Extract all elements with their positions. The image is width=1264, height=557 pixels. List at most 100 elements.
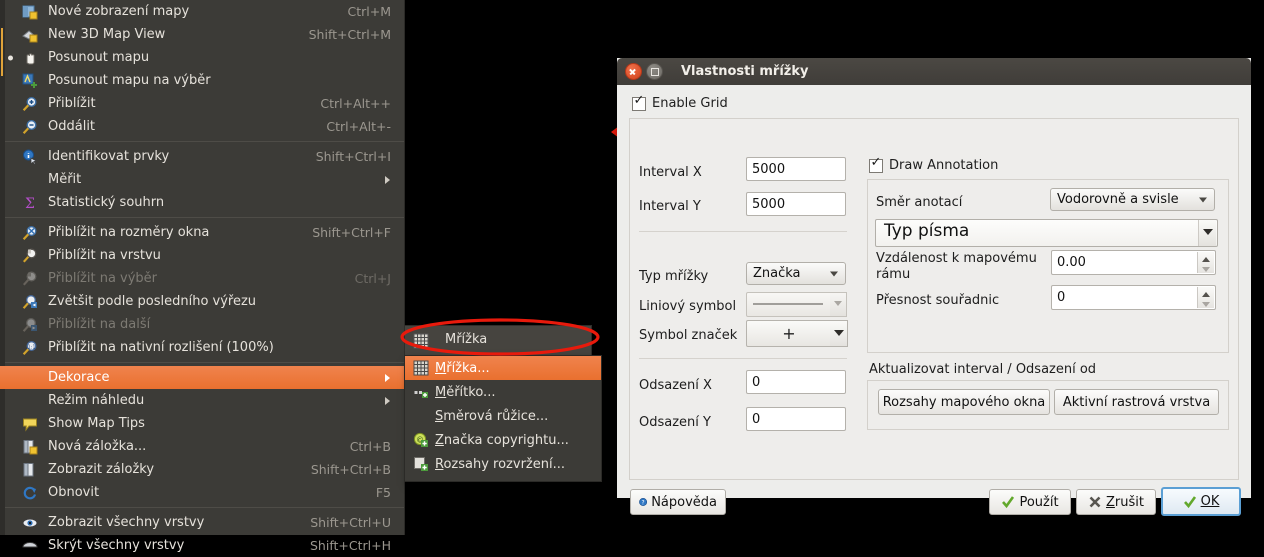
marker-symbol-label: Symbol značek bbox=[639, 328, 738, 343]
offset-y-input[interactable]: 0 bbox=[746, 407, 846, 431]
dialog-titlebar[interactable]: Vlastnosti mřížky bbox=[617, 58, 1251, 85]
menu-item-shortcut: Shift+Ctrl+H bbox=[310, 538, 391, 553]
spin-down-icon bbox=[1198, 263, 1214, 274]
line-symbol-label: Liniový symbol bbox=[639, 299, 737, 314]
font-type-dropdown[interactable] bbox=[1198, 220, 1216, 246]
frame-distance-label: Vzdálenost k mapovému rámu bbox=[876, 251, 1037, 282]
checked-bullet bbox=[8, 55, 13, 60]
grid-preview-row[interactable]: Mřížka bbox=[404, 325, 592, 356]
menu-item-label: Statistický souhrn bbox=[48, 195, 165, 210]
offset-y-label: Odsazení Y bbox=[639, 415, 711, 430]
menu-item-label: Posunout mapu bbox=[48, 50, 150, 65]
hide-all-layers-icon bbox=[22, 538, 38, 554]
menu-item-label: Přiblížit na výběr bbox=[48, 271, 158, 286]
active-raster-layer-button[interactable]: Aktivní rastrová vrstva bbox=[1054, 389, 1219, 415]
chevron-right-icon bbox=[385, 396, 390, 405]
grid-type-combo[interactable]: Značka bbox=[746, 262, 846, 285]
zoom-to-selection-icon bbox=[22, 271, 38, 287]
marker-symbol-value: + bbox=[782, 324, 796, 343]
menu-item-label: Show Map Tips bbox=[48, 416, 145, 431]
chevron-right-icon bbox=[385, 175, 390, 184]
map-extents-button[interactable]: Rozsahy mapového okna bbox=[878, 389, 1050, 415]
interval-x-input[interactable]: 5000 bbox=[746, 157, 846, 181]
menu-item-23[interactable]: Obnovit F5 bbox=[0, 481, 404, 504]
spin-down-icon bbox=[1198, 298, 1214, 309]
maximize-icon[interactable] bbox=[646, 63, 663, 80]
menu-item-9[interactable]: Σ Statistický souhrn bbox=[0, 191, 404, 214]
zoom-full-icon bbox=[22, 225, 38, 241]
cancel-button[interactable]: Zrušit bbox=[1076, 489, 1156, 515]
menu-item-label: Přiblížit na další bbox=[48, 317, 151, 332]
apply-button[interactable]: Použít bbox=[989, 489, 1071, 515]
submenu-item-2[interactable]: Směrová růžice... bbox=[405, 404, 601, 428]
zoom-next-icon bbox=[22, 317, 38, 333]
menu-item-shortcut: Shift+Ctrl+F bbox=[312, 225, 391, 240]
menu-item-0[interactable]: Nové zobrazení mapy Ctrl+M bbox=[0, 0, 404, 23]
chevron-down-icon bbox=[1203, 229, 1213, 235]
close-icon[interactable] bbox=[625, 63, 642, 80]
submenu-item-0[interactable]: Mřížka... bbox=[405, 356, 601, 380]
menu-item-shortcut: F5 bbox=[375, 485, 391, 500]
submenu-item-label: Značka copyrightu... bbox=[435, 432, 569, 448]
grid-properties-dialog: Vlastnosti mřížky Enable Grid Interval X… bbox=[617, 58, 1251, 516]
ok-button[interactable]: OK bbox=[1161, 487, 1241, 516]
menu-item-11[interactable]: Přiblížit na rozměry okna Shift+Ctrl+F bbox=[0, 221, 404, 244]
menu-item-22[interactable]: Zobrazit záložky Shift+Ctrl+B bbox=[0, 458, 404, 481]
svg-text:1:1: 1:1 bbox=[27, 344, 35, 350]
submenu-item-4[interactable]: Rozsahy rozvržení... bbox=[405, 452, 601, 476]
submenu-item-3[interactable]: © Značka copyrightu... bbox=[405, 428, 601, 452]
submenu-item-1[interactable]: Měřítko... bbox=[405, 380, 601, 404]
menu-item-16[interactable]: 1:1 Přiblížit na nativní rozlišení (100%) bbox=[0, 336, 404, 359]
line-symbol-preview-button[interactable] bbox=[746, 292, 832, 317]
offset-x-input[interactable]: 0 bbox=[746, 370, 846, 394]
menu-item-shortcut: Shift+Ctrl+U bbox=[310, 515, 391, 530]
menu-item-12[interactable]: Přiblížit na vrstvu bbox=[0, 244, 404, 267]
font-type-combo[interactable]: Typ písma bbox=[875, 219, 1218, 247]
interval-y-input[interactable]: 5000 bbox=[746, 192, 846, 216]
refresh-icon bbox=[22, 485, 38, 501]
menu-item-19[interactable]: Režim náhledu bbox=[0, 389, 404, 412]
menu-item-14[interactable]: Zvětšit podle posledního výřezu bbox=[0, 290, 404, 313]
line-preview-icon bbox=[753, 303, 823, 305]
menu-item-3[interactable]: Posunout mapu na výběr bbox=[0, 69, 404, 92]
menu-item-7[interactable]: Identifikovat prvky Shift+Ctrl+I bbox=[0, 145, 404, 168]
menu-item-5[interactable]: Oddálit Ctrl+Alt+- bbox=[0, 115, 404, 138]
left-divider-2 bbox=[639, 358, 847, 359]
new-map-view-icon bbox=[22, 4, 38, 20]
marker-symbol-preview-button[interactable]: + bbox=[746, 320, 832, 347]
submenu-item-label: Rozsahy rozvržení... bbox=[435, 456, 565, 472]
help-button[interactable]: ? Nápověda bbox=[630, 489, 726, 515]
menu-item-list: Nové zobrazení mapy Ctrl+M New 3D Map View… bbox=[0, 0, 404, 557]
coord-precision-spin-buttons[interactable] bbox=[1197, 287, 1214, 308]
menu-item-8[interactable]: Měřit bbox=[0, 168, 404, 191]
line-symbol-dropdown-button[interactable] bbox=[830, 292, 847, 317]
coord-precision-spinbox[interactable]: 0 bbox=[1051, 285, 1216, 310]
menu-item-20[interactable]: Show Map Tips bbox=[0, 412, 404, 435]
new-3d-map-view-icon bbox=[22, 27, 38, 43]
menu-item-4[interactable]: Přiblížit Ctrl+Alt++ bbox=[0, 92, 404, 115]
menu-separator bbox=[0, 217, 404, 218]
menu-item-18[interactable]: Dekorace bbox=[0, 366, 404, 389]
checkbox-box bbox=[869, 156, 883, 173]
menu-item-label: Přiblížit na vrstvu bbox=[48, 248, 161, 263]
coord-precision-value: 0 bbox=[1057, 290, 1066, 305]
menu-item-2[interactable]: Posunout mapu bbox=[0, 46, 404, 69]
menu-item-13: Přiblížit na výběr Ctrl+J bbox=[0, 267, 404, 290]
spin-up-icon bbox=[1198, 252, 1214, 263]
marker-symbol-dropdown-button[interactable] bbox=[830, 320, 848, 347]
menu-item-21[interactable]: Nová záložka... Ctrl+B bbox=[0, 435, 404, 458]
frame-distance-spinbox[interactable]: 0.00 bbox=[1051, 250, 1216, 275]
ok-button-label: OK bbox=[1200, 494, 1220, 509]
menu-item-shortcut: Shift+Ctrl+B bbox=[310, 462, 391, 477]
annotation-direction-combo[interactable]: Vodorovně a svisle bbox=[1050, 188, 1215, 211]
enable-grid-checkbox[interactable]: Enable Grid bbox=[632, 94, 728, 111]
menu-item-label: New 3D Map View bbox=[48, 27, 166, 42]
map-tips-icon bbox=[22, 416, 38, 432]
menu-item-25[interactable]: Zobrazit všechny vrstvy Shift+Ctrl+U bbox=[0, 511, 404, 534]
show-all-layers-icon bbox=[22, 515, 38, 531]
menu-item-26[interactable]: Skrýt všechny vrstvy Shift+Ctrl+H bbox=[0, 534, 404, 557]
draw-annotation-checkbox[interactable]: Draw Annotation bbox=[869, 156, 998, 173]
menu-item-shortcut: Ctrl+Alt+- bbox=[326, 119, 391, 134]
frame-distance-spin-buttons[interactable] bbox=[1197, 252, 1214, 273]
menu-item-1[interactable]: New 3D Map View Shift+Ctrl+M bbox=[0, 23, 404, 46]
